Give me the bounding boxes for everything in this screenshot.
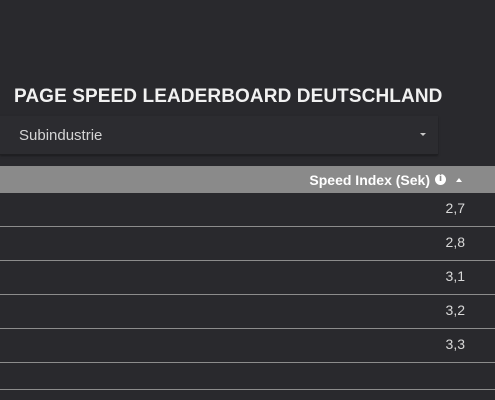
table-body: 2,7 2,8 3,1 3,2 3,3 xyxy=(0,193,495,363)
sort-ascending-icon[interactable] xyxy=(456,177,462,182)
chevron-down-icon[interactable] xyxy=(420,133,426,136)
speed-index-value: 2,7 xyxy=(445,200,465,216)
table-row: 3,3 xyxy=(0,329,495,363)
table-row: 2,8 xyxy=(0,227,495,261)
table-row: 3,2 xyxy=(0,295,495,329)
table-header: Speed Index (Sek) i xyxy=(0,166,495,193)
table-row: 3,1 xyxy=(0,261,495,295)
subindustry-dropdown-label: Subindustrie xyxy=(19,127,103,144)
speed-index-value: 3,1 xyxy=(445,268,465,284)
table-footer xyxy=(0,363,495,390)
info-icon[interactable]: i xyxy=(435,174,446,185)
speed-index-value: 2,8 xyxy=(445,234,465,250)
column-header-label: Speed Index (Sek) xyxy=(309,171,430,188)
column-header-speed-index[interactable]: Speed Index (Sek) i xyxy=(309,166,462,193)
speed-index-table: Speed Index (Sek) i 2,7 2,8 3,1 3,2 3,3 xyxy=(0,166,495,390)
subindustry-dropdown[interactable]: Subindustrie xyxy=(0,116,438,155)
page-title: PAGE SPEED LEADERBOARD DEUTSCHLAND xyxy=(14,86,443,107)
table-row: 2,7 xyxy=(0,193,495,227)
speed-index-value: 3,2 xyxy=(445,302,465,318)
leaderboard-page: PAGE SPEED LEADERBOARD DEUTSCHLAND Subin… xyxy=(0,0,495,400)
speed-index-value: 3,3 xyxy=(445,336,465,352)
